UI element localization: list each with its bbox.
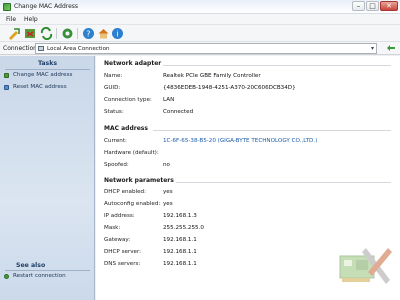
current-mac-label: Current: — [104, 138, 127, 144]
svg-text:i: i — [116, 30, 118, 39]
dhcp-enabled-value: yes — [163, 189, 173, 195]
info-icon[interactable]: i — [111, 27, 124, 40]
window-controls: – □ ✕ — [352, 1, 398, 11]
guid-label: GUID: — [104, 85, 121, 91]
tasks-header: Tasks — [37, 60, 58, 67]
section-divider — [153, 130, 391, 131]
restart-icon[interactable] — [40, 27, 53, 40]
ip-address-label: IP address: — [104, 213, 135, 219]
window-title: Change MAC Address — [14, 3, 79, 10]
tasks-pane: Tasks Change MAC address Reset MAC addre… — [0, 56, 95, 300]
mask-label: Mask: — [104, 225, 121, 231]
autoconfig-value: yes — [163, 201, 173, 207]
tasks-divider — [5, 69, 90, 70]
task-change-mac[interactable]: Change MAC address — [13, 72, 72, 78]
ip-address-value: 192.168.1.3 — [163, 213, 197, 219]
restart-connection-icon — [4, 274, 9, 279]
dhcp-server-label: DHCP server: — [104, 249, 142, 255]
see-also-header: See also — [16, 262, 46, 269]
section-divider — [163, 65, 391, 66]
help-icon[interactable]: ? — [82, 27, 95, 40]
spoofed-label: Spoofed: — [104, 162, 129, 168]
apply-icon[interactable] — [8, 27, 21, 40]
close-button[interactable]: ✕ — [380, 1, 398, 11]
spoofed-value: no — [163, 162, 170, 168]
menu-help[interactable]: Help — [24, 16, 38, 23]
hardware-mac-label: Hardware (default): — [104, 150, 159, 156]
connection-select[interactable]: Local Area Connection ▾ — [35, 43, 377, 54]
network-adapter-title: Network adapter — [104, 60, 162, 67]
current-mac-value[interactable]: 1C-6F-65-38-B5-20 (GIGA-BYTE TECHNOLOGY … — [163, 138, 317, 144]
svg-text:?: ? — [86, 29, 90, 38]
app-window: Change MAC Address – □ ✕ File Help ? i C… — [0, 0, 400, 300]
mac-address-title: MAC address — [104, 125, 148, 132]
dns-servers-value: 192.168.1.1 — [163, 261, 197, 267]
status-value: Connected — [163, 109, 194, 115]
network-card-watermark-icon — [339, 248, 392, 284]
dns-servers-label: DNS servers: — [104, 261, 141, 267]
connection-type-value: LAN — [163, 97, 175, 103]
toolbar-separator — [77, 28, 78, 39]
status-label: Status: — [104, 109, 124, 115]
reset-icon[interactable] — [24, 27, 37, 40]
home-icon[interactable] — [97, 27, 110, 40]
menu-bar: File Help — [0, 14, 400, 25]
connection-bar: Connection: Local Area Connection ▾ — [0, 42, 400, 55]
mac-change-icon — [4, 73, 9, 78]
gateway-label: Gateway: — [104, 237, 131, 243]
guid-value: {4836EDEB-1948-4251-A370-20C606DCB34D} — [163, 85, 296, 91]
dhcp-enabled-label: DHCP enabled: — [104, 189, 146, 195]
toolbar: ? i — [0, 25, 400, 42]
menu-file[interactable]: File — [6, 16, 16, 23]
app-icon — [3, 3, 11, 11]
details-panel: Network adapter Name: Realtek PCIe GBE F… — [96, 56, 400, 300]
adapter-name-label: Name: — [104, 73, 123, 79]
minimize-button[interactable]: – — [352, 1, 365, 11]
task-restart-connection[interactable]: Restart connection — [13, 273, 66, 279]
connection-type-label: Connection type: — [104, 97, 152, 103]
network-icon — [38, 46, 44, 51]
section-divider — [176, 182, 391, 183]
task-reset-mac[interactable]: Reset MAC address — [13, 84, 67, 90]
mac-reset-icon — [4, 85, 9, 90]
refresh-icon[interactable] — [386, 44, 396, 53]
adapter-name-value: Realtek PCIe GBE Family Controller — [163, 73, 261, 79]
settings-icon[interactable] — [61, 27, 74, 40]
dhcp-server-value: 192.168.1.1 — [163, 249, 197, 255]
gateway-value: 192.168.1.1 — [163, 237, 197, 243]
network-parameters-title: Network parameters — [104, 177, 174, 184]
mask-value: 255.255.255.0 — [163, 225, 204, 231]
maximize-button[interactable]: □ — [366, 1, 379, 11]
connection-value: Local Area Connection — [47, 46, 110, 52]
see-also-divider — [5, 270, 90, 271]
connection-label: Connection: — [3, 45, 39, 52]
chevron-down-icon: ▾ — [370, 45, 374, 52]
autoconfig-label: Autoconfig enabled: — [104, 201, 161, 207]
title-bar[interactable]: Change MAC Address – □ ✕ — [0, 0, 400, 14]
toolbar-separator — [56, 28, 57, 39]
